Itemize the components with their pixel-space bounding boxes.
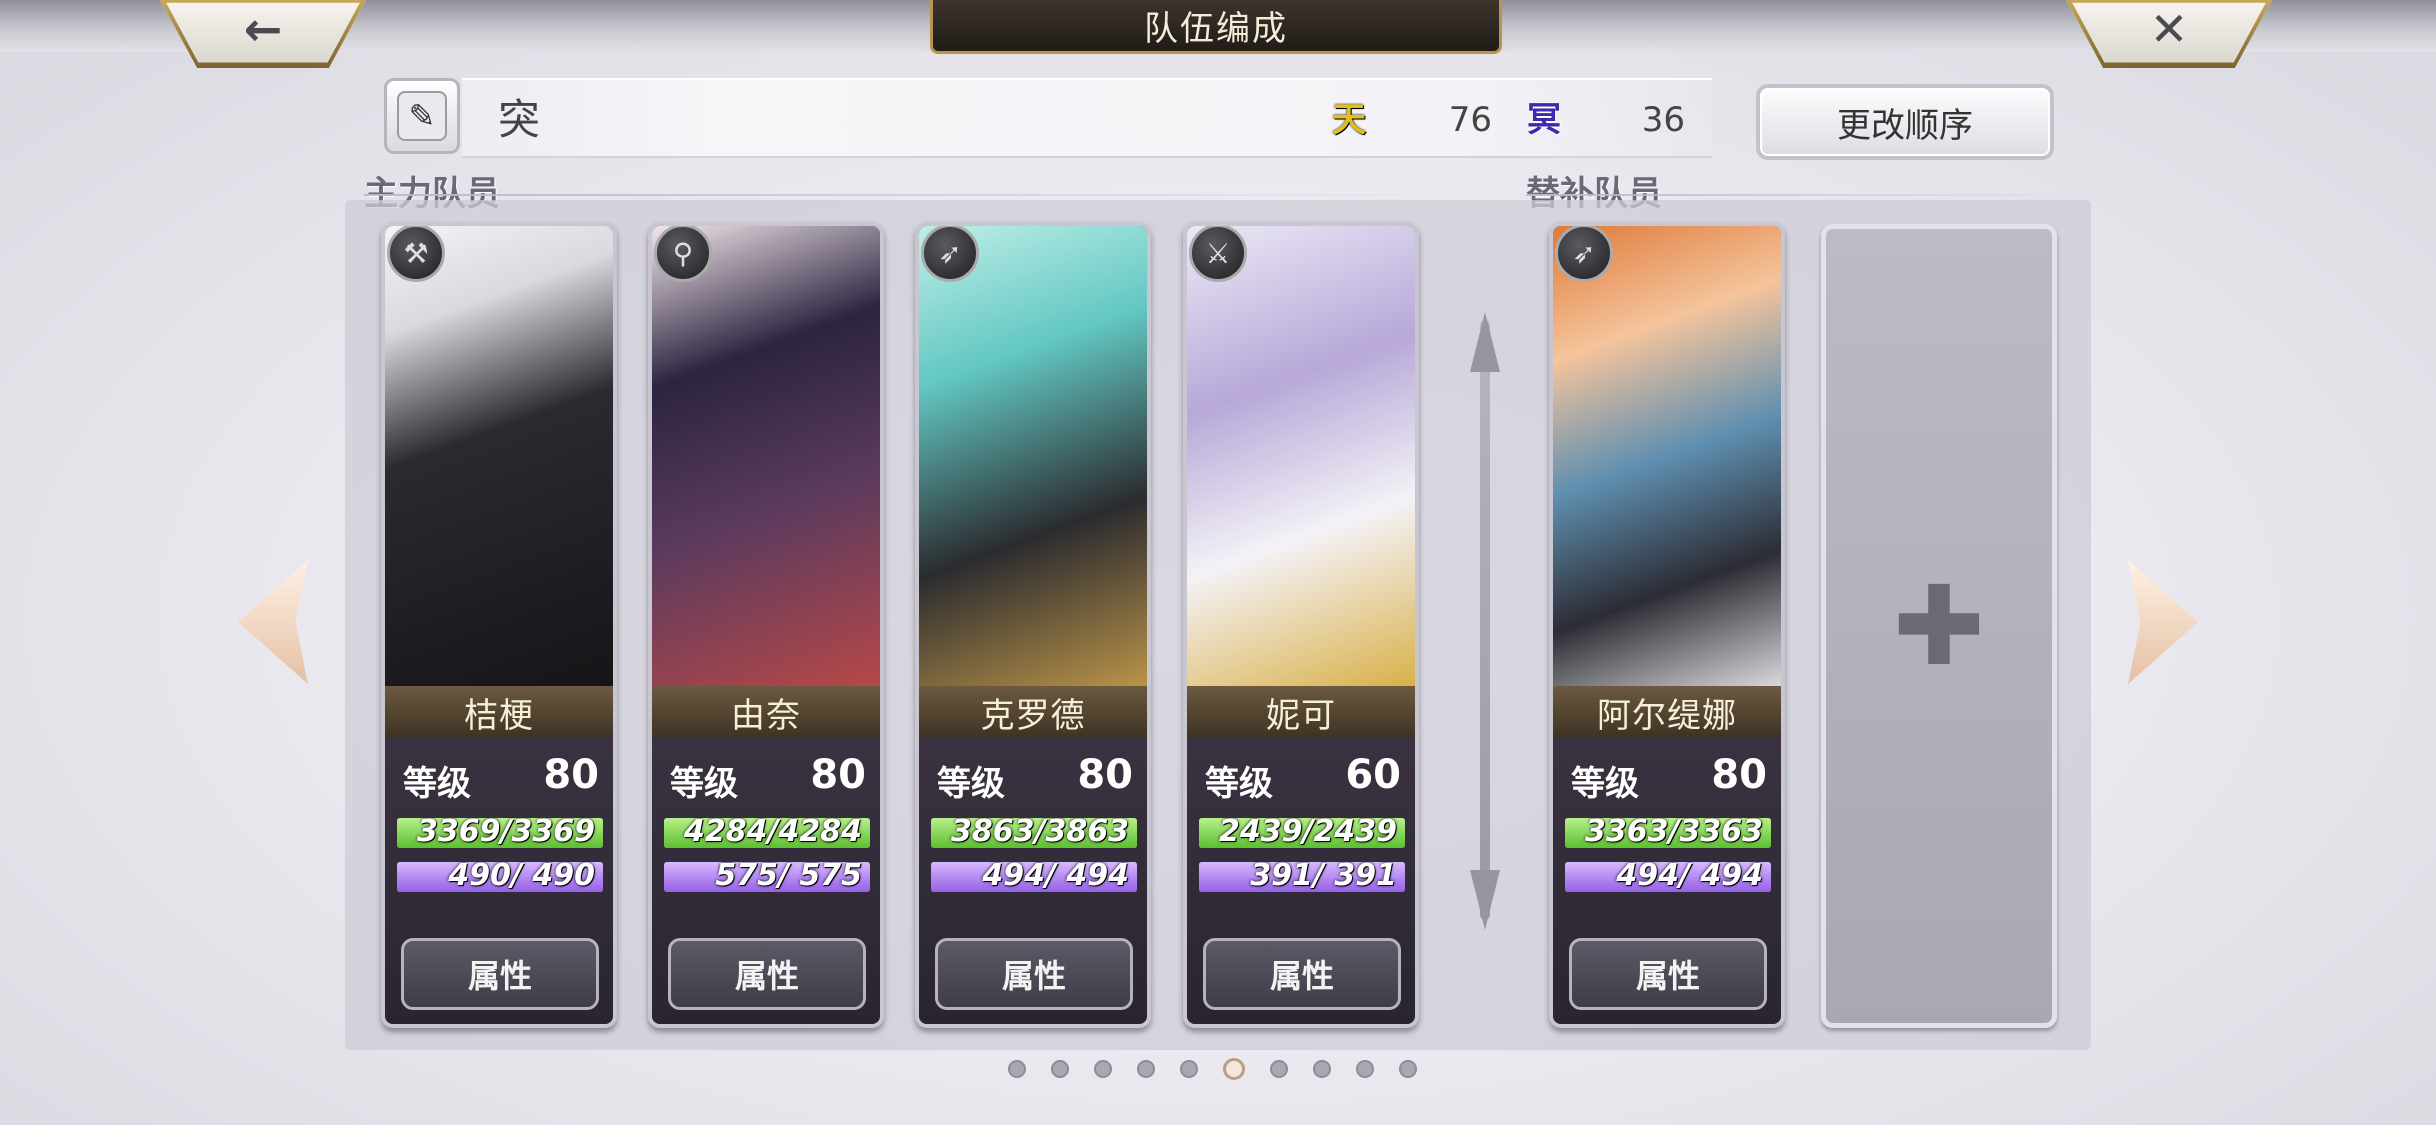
mp-value: 575/ 575 (715, 862, 862, 892)
page-dot[interactable] (1356, 1060, 1374, 1078)
page-dot[interactable] (1051, 1060, 1069, 1078)
change-order-button[interactable]: 更改顺序 (1756, 84, 2054, 160)
mp-bar: 490/ 490 (397, 862, 603, 892)
attributes-button[interactable]: 属性 (668, 938, 866, 1010)
page-dot[interactable] (1137, 1060, 1155, 1078)
hp-bar: 4284/4284 (664, 818, 870, 848)
page-title: 队伍编成 (930, 0, 1502, 54)
next-team-arrow[interactable] (2128, 560, 2198, 684)
heaven-icon: 天 (1332, 99, 1366, 140)
character-name: 桔梗 (385, 686, 613, 738)
attributes-button[interactable]: 属性 (1569, 938, 1767, 1010)
underworld-icon: 冥 (1527, 99, 1561, 140)
edit-team-name-button[interactable]: ✎ (384, 78, 460, 154)
attributes-button[interactable]: 属性 (935, 938, 1133, 1010)
character-name: 由奈 (652, 686, 880, 738)
back-arrow-icon: ← (243, 2, 283, 56)
character-portrait (919, 226, 1147, 686)
main-member-card[interactable]: ⚲ 由奈 等级 80 4284/4284 575/ 575 属性 (648, 222, 884, 1028)
level-value: 80 (1711, 752, 1767, 798)
team-page-indicator (1008, 1058, 1417, 1080)
mp-bar: 494/ 494 (931, 862, 1137, 892)
bow-class-icon: ➶ (1555, 226, 1613, 282)
character-portrait (652, 226, 880, 686)
hp-value: 3369/3369 (417, 818, 595, 848)
heaven-value: 76 (1448, 100, 1492, 140)
mp-value: 490/ 490 (448, 862, 595, 892)
staff-class-icon: ⚲ (654, 226, 712, 282)
substitute-member-card[interactable]: ➶ 阿尔缇娜 等级 80 3363/3363 494/ 494 属性 (1549, 222, 1785, 1028)
hp-value: 3863/3863 (951, 818, 1129, 848)
close-button[interactable]: ✕ (2066, 0, 2272, 68)
previous-team-arrow[interactable] (238, 560, 308, 684)
main-member-card[interactable]: ⚒ 桔梗 等级 80 3369/3369 490/ 490 属性 (381, 222, 617, 1028)
mp-value: 494/ 494 (982, 862, 1129, 892)
hp-value: 4284/4284 (684, 818, 862, 848)
quill-edit-icon: ✎ (397, 91, 447, 141)
level-label: 等级 (670, 764, 738, 804)
hp-bar: 3369/3369 (397, 818, 603, 848)
attributes-button[interactable]: 属性 (1203, 938, 1401, 1010)
mp-value: 494/ 494 (1616, 862, 1763, 892)
page-dot[interactable] (1180, 1060, 1198, 1078)
character-name: 克罗德 (919, 686, 1147, 738)
level-value: 80 (810, 752, 866, 798)
empty-substitute-slot[interactable]: ✚ (1821, 224, 2057, 1028)
character-stats: 等级 80 3863/3863 494/ 494 属性 (919, 738, 1147, 1024)
page-dot-active[interactable] (1223, 1058, 1245, 1080)
plus-icon: ✚ (1892, 562, 1986, 690)
underworld-value: 36 (1641, 100, 1685, 140)
main-member-card[interactable]: ➶ 克罗德 等级 80 3863/3863 494/ 494 属性 (915, 222, 1151, 1028)
character-stats: 等级 80 4284/4284 575/ 575 属性 (652, 738, 880, 1024)
mp-value: 391/ 391 (1250, 862, 1397, 892)
bow-class-icon: ➶ (921, 226, 979, 282)
page-dot[interactable] (1270, 1060, 1288, 1078)
character-name: 妮可 (1187, 686, 1415, 738)
level-value: 80 (1077, 752, 1133, 798)
page-dot[interactable] (1008, 1060, 1026, 1078)
mp-bar: 391/ 391 (1199, 862, 1405, 892)
character-portrait (385, 226, 613, 686)
hp-bar: 2439/2439 (1199, 818, 1405, 848)
close-icon: ✕ (2149, 2, 2189, 56)
level-value: 60 (1345, 752, 1401, 798)
main-member-card[interactable]: ⚔ 妮可 等级 60 2439/2439 391/ 391 属性 (1183, 222, 1419, 1028)
hp-value: 3363/3363 (1585, 818, 1763, 848)
character-stats: 等级 80 3369/3369 490/ 490 属性 (385, 738, 613, 1024)
team-name: 突 (498, 95, 541, 144)
level-label: 等级 (937, 764, 1005, 804)
sub-section-divider (1526, 194, 2086, 196)
level-label: 等级 (1571, 764, 1639, 804)
main-section-divider (364, 194, 1474, 196)
hp-bar: 3863/3863 (931, 818, 1137, 848)
mp-bar: 575/ 575 (664, 862, 870, 892)
level-label: 等级 (403, 764, 471, 804)
character-portrait (1187, 226, 1415, 686)
sword-class-icon: ⚔ (1189, 226, 1247, 282)
hp-bar: 3363/3363 (1565, 818, 1771, 848)
main-sub-divider (1480, 320, 1490, 920)
attributes-button[interactable]: 属性 (401, 938, 599, 1010)
page-dot[interactable] (1094, 1060, 1112, 1078)
page-dot[interactable] (1399, 1060, 1417, 1078)
level-label: 等级 (1205, 764, 1273, 804)
character-stats: 等级 80 3363/3363 494/ 494 属性 (1553, 738, 1781, 1024)
back-button[interactable]: ← (160, 0, 366, 68)
axe-class-icon: ⚒ (387, 226, 445, 282)
mp-bar: 494/ 494 (1565, 862, 1771, 892)
character-portrait (1553, 226, 1781, 686)
level-value: 80 (543, 752, 599, 798)
character-stats: 等级 60 2439/2439 391/ 391 属性 (1187, 738, 1415, 1024)
page-dot[interactable] (1313, 1060, 1331, 1078)
character-name: 阿尔缇娜 (1553, 686, 1781, 738)
hp-value: 2439/2439 (1219, 818, 1397, 848)
